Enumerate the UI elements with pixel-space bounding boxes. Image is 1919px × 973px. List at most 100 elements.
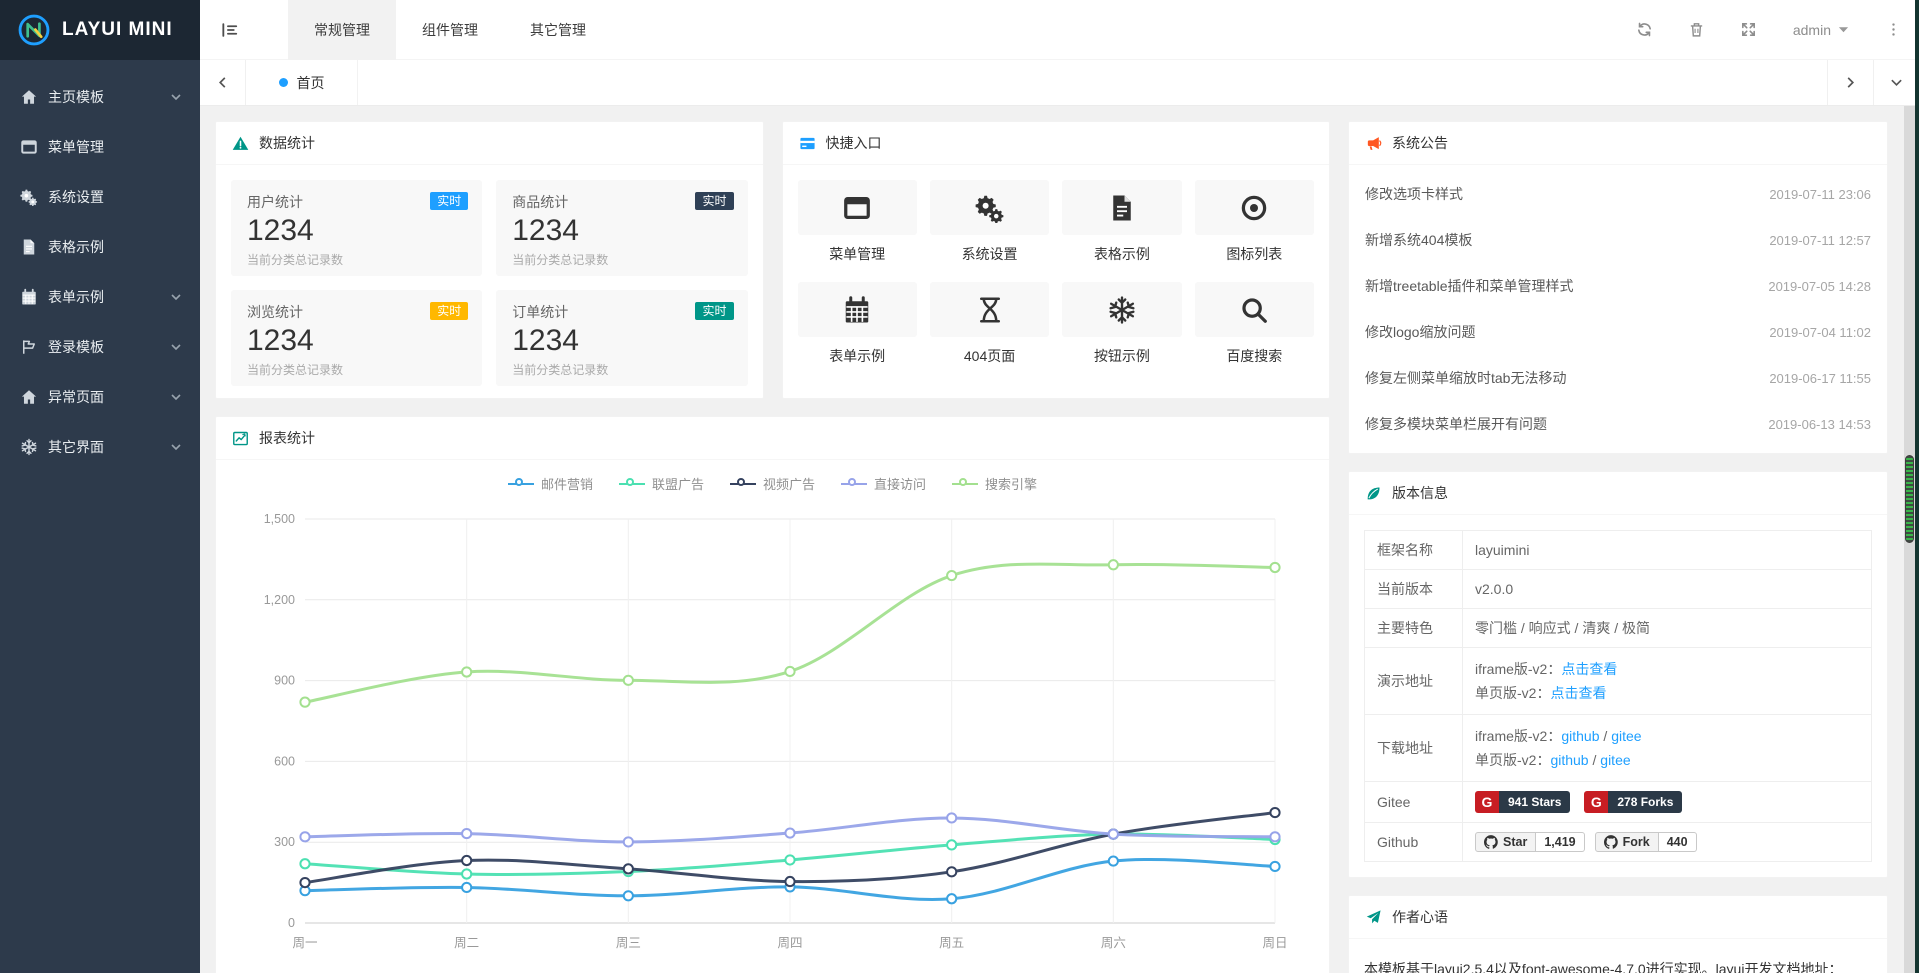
sidebar-item-4[interactable]: 表单示例 <box>0 272 200 322</box>
gitee-badge[interactable]: G941 Stars <box>1475 791 1570 813</box>
header-tab-1[interactable]: 组件管理 <box>396 0 504 60</box>
app-logo[interactable]: LAYUI MINI <box>0 0 200 60</box>
main-content: 数据统计 用户统计 1234 当前分类总记录数 实时 商品统计 1234 当前分… <box>200 106 1903 973</box>
stat-box-3[interactable]: 订单统计 1234 当前分类总记录数 实时 <box>496 290 747 386</box>
hourglass-icon <box>975 295 1005 325</box>
github-star-button[interactable]: Star <box>1475 832 1536 852</box>
scrollbar-thumb[interactable] <box>1905 455 1914 543</box>
realtime-badge: 实时 <box>430 192 468 210</box>
tabs-scroll-right-icon[interactable] <box>1827 60 1873 105</box>
version-row-2: 主要特色零门槛 / 响应式 / 清爽 / 极简 <box>1365 609 1872 648</box>
tabs-dropdown-icon[interactable] <box>1873 60 1919 105</box>
window-edge <box>1915 0 1919 973</box>
sidebar-item-label: 登录模板 <box>48 337 170 357</box>
sidebar-item-6[interactable]: 异常页面 <box>0 372 200 422</box>
sidebar-item-7[interactable]: 其它界面 <box>0 422 200 472</box>
line-chart-icon <box>232 430 249 447</box>
snowflake-icon <box>1107 295 1137 325</box>
github-fork-button[interactable]: Fork <box>1595 832 1659 852</box>
quick-entry-5[interactable]: 404页面 <box>930 282 1049 366</box>
brand-title: LAYUI MINI <box>62 19 173 41</box>
notice-item-2[interactable]: 新增treetable插件和菜单管理样式 2019-07-05 14:28 <box>1349 263 1887 309</box>
notice-item-0[interactable]: 修改选项卡样式 2019-07-11 23:06 <box>1349 171 1887 217</box>
legend-label: 搜索引擎 <box>985 474 1037 493</box>
legend-item-1[interactable]: 联盟广告 <box>619 474 704 493</box>
quick-entry-4[interactable]: 表单示例 <box>798 282 917 366</box>
stat-box-1[interactable]: 商品统计 1234 当前分类总记录数 实时 <box>496 180 747 276</box>
open-page-tabs: 首页 <box>246 60 1827 105</box>
legend-item-4[interactable]: 搜索引擎 <box>952 474 1037 493</box>
version-row-0: 框架名称layuimini <box>1365 531 1872 570</box>
notice-text: 修改logo缩放问题 <box>1365 322 1757 342</box>
legend-marker <box>508 478 534 490</box>
version-link[interactable]: github <box>1550 752 1588 768</box>
cogs-icon <box>975 193 1005 223</box>
sidebar-item-3[interactable]: 表格示例 <box>0 222 200 272</box>
github-fork-count[interactable]: 440 <box>1659 832 1697 852</box>
github-star-count[interactable]: 1,419 <box>1536 832 1584 852</box>
version-link[interactable]: gitee <box>1600 752 1630 768</box>
quick-entry-2[interactable]: 表格示例 <box>1062 180 1181 264</box>
cogs-icon <box>20 188 38 206</box>
octocat-icon <box>1604 835 1618 849</box>
header-tab-2[interactable]: 其它管理 <box>504 0 612 60</box>
notice-item-5[interactable]: 修复多模块菜单栏展开有问题 2019-06-13 14:53 <box>1349 401 1887 447</box>
sidebar-item-label: 表格示例 <box>48 237 182 257</box>
gitee-icon: G <box>1584 791 1608 813</box>
version-link[interactable]: 点击查看 <box>1550 685 1606 701</box>
stat-box-0[interactable]: 用户统计 1234 当前分类总记录数 实时 <box>231 180 482 276</box>
octocat-icon <box>1484 835 1498 849</box>
report-line-chart: 03006009001,2001,500周一周二周三周四周五周六周日 <box>233 495 1313 973</box>
version-card: 版本信息 框架名称layuimini当前版本v2.0.0主要特色零门槛 / 响应… <box>1348 471 1888 878</box>
version-row-5: GiteeG941 StarsG278 Forks <box>1365 782 1872 823</box>
paper-plane-icon <box>1365 909 1382 926</box>
svg-text:周四: 周四 <box>777 936 802 950</box>
sidebar-item-1[interactable]: 菜单管理 <box>0 122 200 172</box>
home-icon <box>20 388 38 406</box>
version-link[interactable]: 点击查看 <box>1561 661 1617 677</box>
stats-card-title: 数据统计 <box>259 133 315 153</box>
legend-item-2[interactable]: 视频广告 <box>730 474 815 493</box>
legend-item-3[interactable]: 直接访问 <box>841 474 926 493</box>
legend-item-0[interactable]: 邮件营销 <box>508 474 593 493</box>
page-scrollbar[interactable] <box>1904 106 1915 973</box>
author-card: 作者心语 本模板基于layui2.5.4以及font-awesome-4.7.0… <box>1348 895 1888 973</box>
fullscreen-icon[interactable] <box>1723 0 1775 60</box>
legend-marker <box>730 478 756 490</box>
quick-entry-6[interactable]: 按钮示例 <box>1062 282 1181 366</box>
sidebar-item-0[interactable]: 主页模板 <box>0 72 200 122</box>
sidebar-fold-icon[interactable] <box>200 0 260 60</box>
sidebar-item-label: 其它界面 <box>48 437 170 457</box>
user-menu[interactable]: admin <box>1775 0 1867 60</box>
gitee-badge[interactable]: G278 Forks <box>1584 791 1682 813</box>
more-options-icon[interactable] <box>1867 0 1919 60</box>
version-link[interactable]: github <box>1561 728 1599 744</box>
search-icon <box>1239 295 1269 325</box>
quick-entry-0[interactable]: 菜单管理 <box>798 180 917 264</box>
refresh-icon[interactable] <box>1619 0 1671 60</box>
home-icon <box>20 88 38 106</box>
legend-marker <box>619 478 645 490</box>
notice-text: 修改选项卡样式 <box>1365 184 1757 204</box>
sidebar-item-2[interactable]: 系统设置 <box>0 172 200 222</box>
stat-caption: 当前分类总记录数 <box>512 361 731 378</box>
notice-item-3[interactable]: 修改logo缩放问题 2019-07-04 11:02 <box>1349 309 1887 355</box>
quick-entry-1[interactable]: 系统设置 <box>930 180 1049 264</box>
svg-text:600: 600 <box>274 754 295 768</box>
notice-text: 新增treetable插件和菜单管理样式 <box>1365 276 1756 296</box>
page-tab-label: 首页 <box>297 73 325 93</box>
svg-text:1,500: 1,500 <box>263 512 294 526</box>
notice-item-4[interactable]: 修复左侧菜单缩放时tab无法移动 2019-06-17 11:55 <box>1349 355 1887 401</box>
chevron-down-icon <box>170 291 182 303</box>
quick-entry-3[interactable]: 图标列表 <box>1195 180 1314 264</box>
version-value: layuimini <box>1475 542 1529 558</box>
page-tab-0[interactable]: 首页 <box>246 60 358 105</box>
quick-entry-7[interactable]: 百度搜索 <box>1195 282 1314 366</box>
tabs-scroll-left-icon[interactable] <box>200 60 246 105</box>
stat-box-2[interactable]: 浏览统计 1234 当前分类总记录数 实时 <box>231 290 482 386</box>
notice-item-1[interactable]: 新增系统404模板 2019-07-11 12:57 <box>1349 217 1887 263</box>
version-link[interactable]: gitee <box>1611 728 1641 744</box>
clear-cache-trash-icon[interactable] <box>1671 0 1723 60</box>
sidebar-item-5[interactable]: 登录模板 <box>0 322 200 372</box>
header-tab-0[interactable]: 常规管理 <box>288 0 396 60</box>
